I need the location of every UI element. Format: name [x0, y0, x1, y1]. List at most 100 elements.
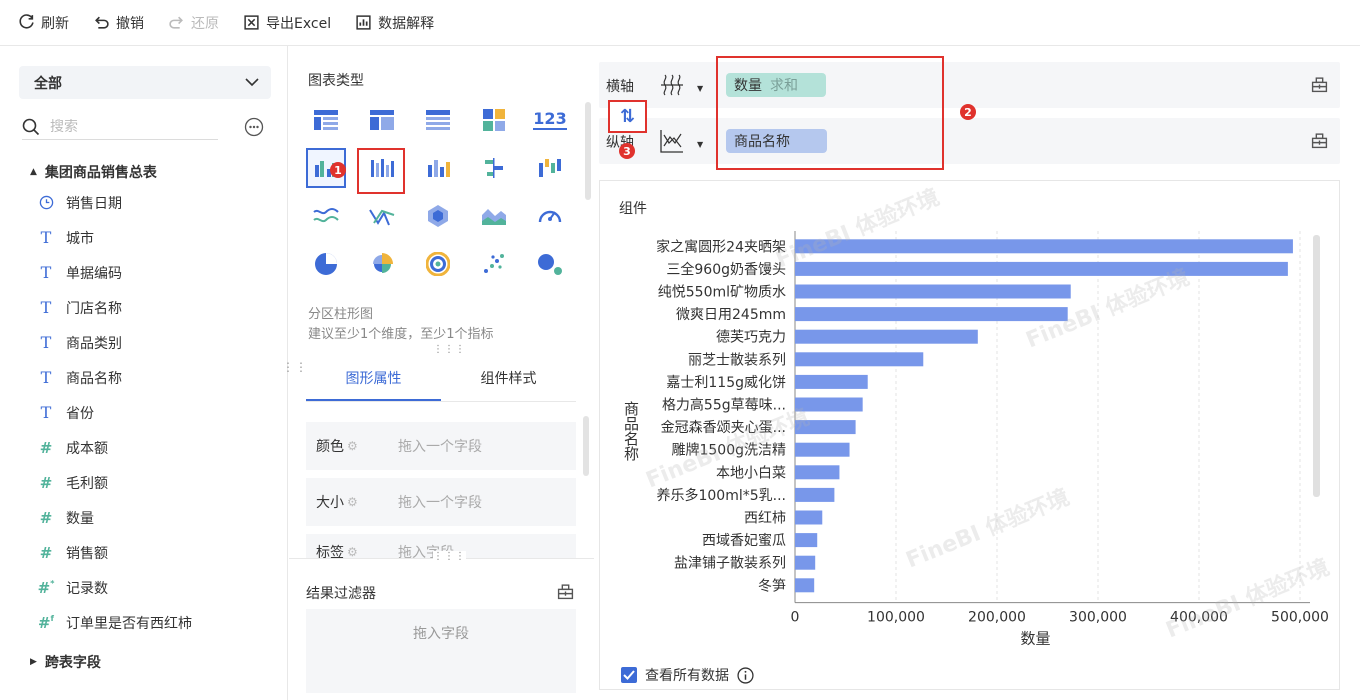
- chart-type-name: 分区柱形图: [308, 307, 374, 322]
- kpi-card-chart-icon[interactable]: [474, 100, 514, 140]
- x-axis-settings-icon[interactable]: [1311, 76, 1328, 93]
- undo-button[interactable]: 撤销: [93, 13, 144, 33]
- data-explain-button[interactable]: 数据解释: [355, 13, 434, 33]
- bar: [795, 465, 840, 480]
- data-explain-label: 数据解释: [378, 15, 435, 32]
- bar: [795, 261, 1288, 276]
- bar: [795, 533, 818, 548]
- category-label: 养乐多100ml*5乳...: [656, 487, 786, 504]
- field-item[interactable]: T 单据编码: [38, 255, 278, 290]
- number-chart-icon[interactable]: 123: [530, 100, 570, 140]
- table-dropdown[interactable]: 全部: [19, 66, 271, 99]
- toolbar: 刷新 撤销 还原 导出Excel 数据解释: [0, 0, 1360, 46]
- field-item[interactable]: # 毛利额: [38, 465, 278, 500]
- number-field-icon: #: [39, 508, 53, 527]
- line-chart-icon[interactable]: [306, 196, 346, 236]
- y-axis-caret-icon[interactable]: ▼: [697, 140, 703, 149]
- color-drop-zone[interactable]: 拖入一个字段: [398, 436, 482, 456]
- polyline-radar-chart-icon[interactable]: [362, 196, 402, 236]
- field-label: 商品名称: [66, 370, 122, 387]
- number-field-icon: #: [39, 438, 53, 457]
- search-input[interactable]: [50, 118, 200, 135]
- field-label: 单据编码: [66, 265, 122, 282]
- field-label: 成本额: [66, 440, 108, 457]
- radar-chart-icon[interactable]: [418, 196, 458, 236]
- tab-component-style[interactable]: 组件样式: [441, 358, 576, 401]
- filter-resize-handle[interactable]: ⋮⋮⋮: [433, 551, 466, 562]
- result-filter-drop-zone[interactable]: 拖入字段: [306, 609, 576, 693]
- bubble-chart-icon[interactable]: [530, 244, 570, 284]
- field-label: 记录数: [66, 580, 108, 597]
- bar-chart: 家之寓圆形24夹晒架三全960g奶香馒头纯悦550ml矿物质水微爽日用245mm…: [622, 231, 1329, 648]
- text-field-icon: T: [40, 228, 52, 247]
- gear-icon[interactable]: ⚙: [347, 545, 358, 558]
- field-item[interactable]: # f 订单里是否有西红柿: [38, 605, 278, 640]
- color-property-label: 颜色: [316, 439, 344, 455]
- rose-pie-chart-icon[interactable]: [362, 244, 402, 284]
- field-item[interactable]: # 销售额: [38, 535, 278, 570]
- filter-settings-icon[interactable]: [557, 583, 574, 600]
- gauge-chart-icon[interactable]: [530, 196, 570, 236]
- waterfall-chart-icon[interactable]: [530, 148, 570, 188]
- properties-scrollbar[interactable]: [583, 416, 589, 476]
- field-item[interactable]: 销售日期: [38, 185, 278, 220]
- y-axis-type-icon[interactable]: [659, 128, 685, 154]
- x-axis-type-icon[interactable]: [659, 72, 685, 98]
- field-label: 城市: [66, 230, 94, 247]
- table-tree-node[interactable]: ▲ 集团商品销售总表: [30, 162, 157, 182]
- detail-table-chart-icon[interactable]: [418, 100, 458, 140]
- more-options-icon[interactable]: [244, 117, 264, 137]
- field-item[interactable]: T 商品类别: [38, 325, 278, 360]
- field-item[interactable]: # 数量: [38, 500, 278, 535]
- cross-table-node[interactable]: ▶ 跨表字段: [30, 652, 101, 672]
- redo-button[interactable]: 还原: [168, 13, 219, 33]
- axis-fields-highlight-box: [716, 56, 944, 170]
- size-property-row[interactable]: 大小 ⚙ 拖入一个字段: [306, 478, 576, 526]
- cross-table-chart-icon[interactable]: [362, 100, 402, 140]
- field-label: 数量: [66, 510, 94, 527]
- field-item[interactable]: T 省份: [38, 395, 278, 430]
- x-tick-label: 0: [791, 610, 800, 626]
- field-item[interactable]: T 商品名称: [38, 360, 278, 395]
- color-property-row[interactable]: 颜色 ⚙ 拖入一个字段: [306, 422, 576, 470]
- export-excel-button[interactable]: 导出Excel: [243, 13, 331, 33]
- gear-icon[interactable]: ⚙: [347, 439, 358, 453]
- field-item[interactable]: # * 记录数: [38, 570, 278, 605]
- size-drop-zone[interactable]: 拖入一个字段: [398, 492, 482, 512]
- x-axis-caret-icon[interactable]: ▼: [697, 84, 703, 93]
- view-all-data-checkbox[interactable]: [621, 667, 637, 683]
- field-panel: 全部 ▲ 集团商品销售总表 销售日期 T 城市 T 单据编码 T 门店名称 T 商品类别…: [0, 46, 288, 700]
- pie-chart-icon[interactable]: [306, 244, 346, 284]
- redo-label: 还原: [191, 15, 219, 32]
- field-item[interactable]: T 门店名称: [38, 290, 278, 325]
- field-item[interactable]: # 成本额: [38, 430, 278, 465]
- table-chart-icon[interactable]: [306, 100, 346, 140]
- category-label: 微爽日用245mm: [676, 307, 786, 323]
- field-item[interactable]: T 城市: [38, 220, 278, 255]
- redo-icon: [169, 16, 183, 29]
- swap-axes-button[interactable]: ⇅: [608, 100, 647, 133]
- multi-level-pie-chart-icon[interactable]: [418, 244, 458, 284]
- step-badge: 1: [330, 162, 346, 178]
- category-label: 三全960g奶香馒头: [666, 261, 786, 278]
- collapse-triangle-icon: ▶: [30, 657, 37, 667]
- scatter-chart-icon[interactable]: [474, 244, 514, 284]
- chart-type-scrollbar[interactable]: [585, 102, 591, 200]
- stacked-bar-chart-icon[interactable]: [418, 148, 458, 188]
- refresh-button[interactable]: 刷新: [18, 13, 69, 33]
- gear-icon[interactable]: ⚙: [347, 495, 358, 509]
- bar: [795, 239, 1293, 254]
- chart-scrollbar[interactable]: [1313, 235, 1320, 497]
- y-axis-settings-icon[interactable]: [1311, 132, 1328, 149]
- bar: [795, 374, 868, 389]
- horizontal-bar-chart-icon[interactable]: [474, 148, 514, 188]
- category-label: 盐津铺子散装系列: [674, 556, 786, 572]
- step-badge: 2: [960, 104, 976, 120]
- info-icon[interactable]: [737, 666, 754, 684]
- area-chart-icon[interactable]: [474, 196, 514, 236]
- bar: [795, 329, 978, 344]
- section-resize-handle[interactable]: ⋮⋮⋮: [433, 344, 466, 355]
- field-label: 订单里是否有西红柿: [66, 615, 192, 632]
- bar: [795, 555, 816, 570]
- tab-shape-properties[interactable]: 图形属性: [306, 358, 441, 401]
